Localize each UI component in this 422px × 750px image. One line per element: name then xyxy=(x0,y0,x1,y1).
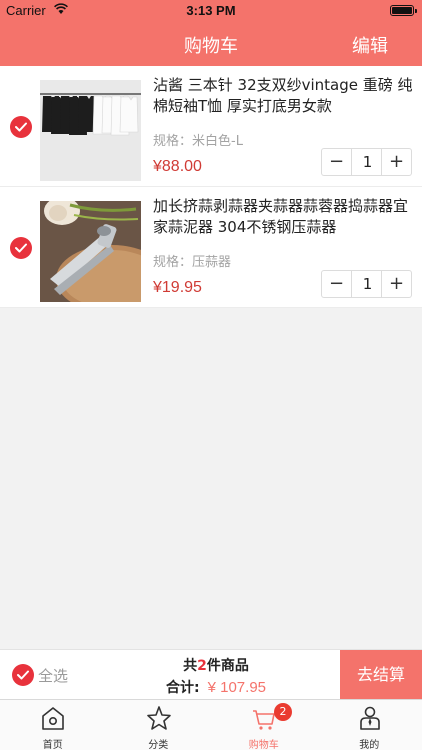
spec-value: 压蒜器 xyxy=(192,255,232,270)
quantity-stepper: − 1 + xyxy=(321,148,412,176)
product-name[interactable]: 加长挤蒜剥蒜器夹蒜器蒜蓉器捣蒜器宜家蒜泥器 304不锈钢压蒜器 xyxy=(153,196,415,238)
tab-label: 购物车 xyxy=(248,740,279,750)
checkout-bar: 全选 共2件商品 合计: ¥ 107.95 去结算 xyxy=(0,649,422,699)
cart-list: 沾酱 三本针 32支双纱vintage 重磅 纯棉短袖T恤 厚实打底男女款 规格… xyxy=(0,66,422,308)
cart-badge: 2 xyxy=(274,703,292,721)
select-all-check-icon[interactable] xyxy=(12,664,34,686)
product-image-garlic-press[interactable] xyxy=(40,201,141,302)
select-all-label: 全选 xyxy=(38,666,69,685)
cart-icon xyxy=(253,710,275,730)
cart-item: 加长挤蒜剥蒜器夹蒜器蒜蓉器捣蒜器宜家蒜泥器 304不锈钢压蒜器 规格：压蒜器 ¥… xyxy=(0,187,422,308)
star-icon xyxy=(146,706,171,730)
profile-icon xyxy=(359,706,380,730)
home-icon xyxy=(42,707,64,730)
count-number: 2 xyxy=(197,658,207,674)
total-amount: ¥ 107.95 xyxy=(207,679,266,696)
product-spec: 规格：压蒜器 xyxy=(153,251,231,270)
increase-button[interactable]: + xyxy=(381,149,411,175)
increase-button[interactable]: + xyxy=(381,271,411,297)
decrease-button[interactable]: − xyxy=(322,271,352,297)
tab-category[interactable]: 分类 xyxy=(106,700,212,750)
quantity-value[interactable]: 1 xyxy=(352,271,383,297)
tab-home[interactable]: 首页 xyxy=(0,700,106,750)
product-spec: 规格：米白色-L xyxy=(153,130,243,149)
spec-label: 规格： xyxy=(153,134,193,149)
tab-label: 首页 xyxy=(42,740,63,750)
spec-label: 规格： xyxy=(153,255,193,270)
tab-label: 我的 xyxy=(359,740,380,750)
battery-icon xyxy=(390,5,417,16)
spec-value: 米白色-L xyxy=(192,134,243,149)
item-check-icon[interactable] xyxy=(10,237,32,259)
clock: 3:13 PM xyxy=(186,3,236,18)
tab-label: 分类 xyxy=(148,740,169,750)
quantity-value[interactable]: 1 xyxy=(352,149,383,175)
quantity-stepper: − 1 + xyxy=(321,270,412,298)
status-bar: Carrier 3:13 PM xyxy=(0,0,422,22)
product-name[interactable]: 沾酱 三本针 32支双纱vintage 重磅 纯棉短袖T恤 厚实打底男女款 xyxy=(153,75,415,117)
select-all-toggle[interactable]: 全选 xyxy=(12,664,68,686)
decrease-button[interactable]: − xyxy=(322,149,352,175)
product-image-tshirts[interactable] xyxy=(40,80,141,181)
tab-cart[interactable]: 2 购物车 xyxy=(211,700,317,750)
edit-button[interactable]: 编辑 xyxy=(352,32,388,58)
product-price: ¥88.00 xyxy=(153,158,202,175)
product-price: ¥19.95 xyxy=(153,279,202,296)
checkout-button[interactable]: 去结算 xyxy=(340,650,422,699)
total-label: 合计: xyxy=(166,680,200,696)
cart-item: 沾酱 三本针 32支双纱vintage 重磅 纯棉短袖T恤 厚实打底男女款 规格… xyxy=(0,66,422,187)
count-suffix: 件商品 xyxy=(206,658,249,674)
tab-profile[interactable]: 我的 xyxy=(317,700,422,750)
item-check-icon[interactable] xyxy=(10,116,32,138)
nav-bar: 购物车 编辑 xyxy=(0,22,422,66)
count-prefix: 共 xyxy=(183,658,198,674)
tab-bar: 首页 分类 2 购物车 我的 xyxy=(0,699,422,750)
